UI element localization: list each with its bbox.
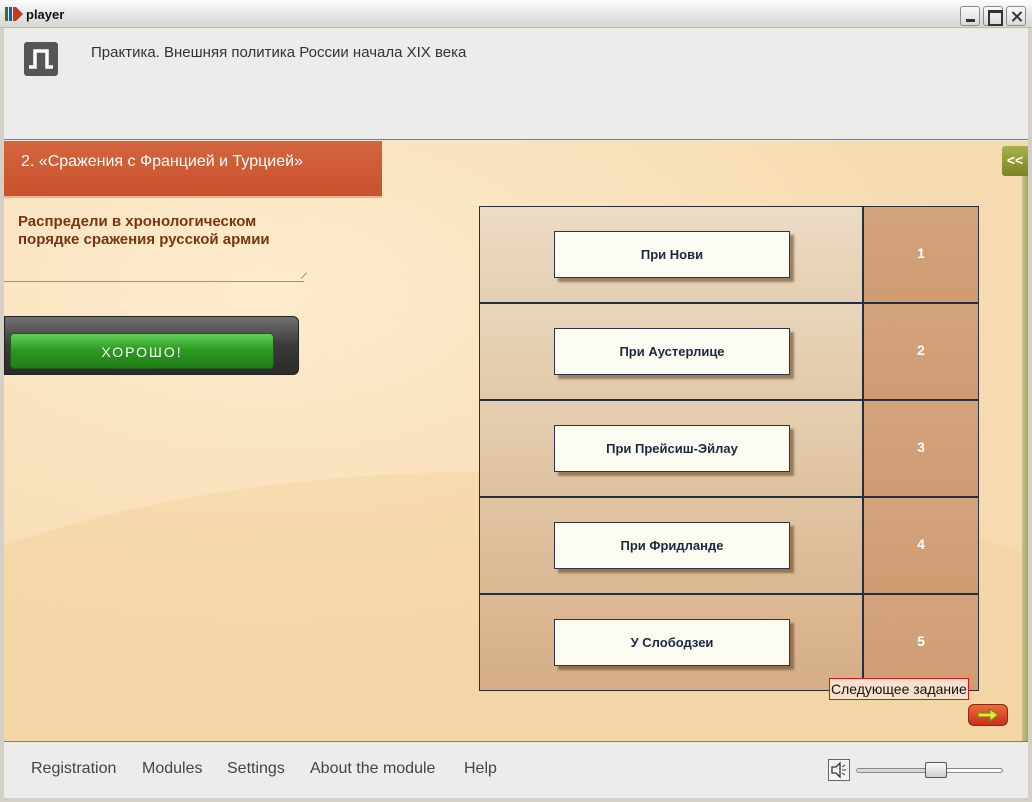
module-logo-icon <box>24 42 58 76</box>
card-cell: При Прейсиш-Эйлау <box>480 401 864 496</box>
slot-cell: 2 <box>864 304 978 399</box>
speaker-icon[interactable] <box>828 759 850 781</box>
minimize-button[interactable] <box>960 6 980 26</box>
section-title: 2. «Сражения с Францией и Турцией» <box>21 153 303 170</box>
next-task-button[interactable] <box>968 704 1008 726</box>
draggable-card[interactable]: При Нови <box>554 231 790 278</box>
footer-bar: Registration Modules Settings About the … <box>4 741 1028 798</box>
registration-link[interactable]: Registration <box>31 760 116 778</box>
about-module-link[interactable]: About the module <box>310 760 435 778</box>
module-header: Практика. Внешняя политика России начала… <box>4 29 1028 140</box>
help-link[interactable]: Help <box>464 760 497 778</box>
feedback-bar: ХОРОШО! <box>10 333 274 369</box>
slot-cell: 4 <box>864 498 978 593</box>
draggable-card[interactable]: При Фридланде <box>554 522 790 569</box>
sort-row: При Фридланде 4 <box>480 498 978 595</box>
window-title: player <box>26 7 65 22</box>
settings-link[interactable]: Settings <box>227 760 285 778</box>
window-frame-bottom <box>0 798 1032 802</box>
instruction-divider <box>4 281 304 282</box>
page-title: Практика. Внешняя политика России начала… <box>91 44 467 61</box>
slot-number: 5 <box>917 633 925 649</box>
volume-slider-thumb[interactable] <box>925 762 947 778</box>
side-panel-edge <box>1022 176 1028 741</box>
slot-cell: 5 <box>864 595 978 690</box>
card-label: При Аустерлице <box>619 344 725 359</box>
card-cell: При Фридланде <box>480 498 864 593</box>
slot-number: 1 <box>917 245 925 261</box>
slot-number: 4 <box>917 536 925 552</box>
maximize-button[interactable] <box>983 6 1003 26</box>
card-label: При Фридланде <box>620 538 724 553</box>
card-label: У Слободзеи <box>630 635 714 650</box>
window-titlebar: player <box>0 0 1032 28</box>
card-label: При Нови <box>640 247 704 262</box>
feedback-text: ХОРОШО! <box>101 344 183 360</box>
slot-cell: 3 <box>864 401 978 496</box>
slot-cell: 1 <box>864 207 978 302</box>
sort-grid: При Нови 1 При Аустерлице 2 При Прейсиш-… <box>479 206 979 691</box>
slot-number: 2 <box>917 342 925 358</box>
card-cell: У Слободзеи <box>480 595 864 690</box>
arrow-right-icon <box>977 707 999 723</box>
card-label: При Прейсиш-Эйлау <box>606 441 738 456</box>
window-frame-right <box>1028 28 1032 802</box>
sort-row: При Аустерлице 2 <box>480 304 978 401</box>
card-cell: При Аустерлице <box>480 304 864 399</box>
sort-row: При Прейсиш-Эйлау 3 <box>480 401 978 498</box>
draggable-card[interactable]: При Аустерлице <box>554 328 790 375</box>
draggable-card[interactable]: При Прейсиш-Эйлау <box>554 425 790 472</box>
sort-row: При Нови 1 <box>480 207 978 304</box>
volume-slider-fill <box>857 769 931 772</box>
next-task-tooltip: Следующее задание <box>829 678 969 700</box>
task-instruction: Распредели в хронологическом порядке сра… <box>18 213 270 248</box>
app-icon <box>5 7 23 21</box>
feedback-panel: ХОРОШО! <box>4 316 299 375</box>
draggable-card[interactable]: У Слободзеи <box>554 619 790 666</box>
close-button[interactable] <box>1006 6 1026 26</box>
collapse-panel-button[interactable]: << <box>1002 146 1028 176</box>
modules-link[interactable]: Modules <box>142 760 202 778</box>
card-cell: При Нови <box>480 207 864 302</box>
task-area: 2. «Сражения с Францией и Турцией» Распр… <box>4 141 1028 741</box>
slot-number: 3 <box>917 439 925 455</box>
section-header: 2. «Сражения с Францией и Турцией» <box>4 141 382 198</box>
